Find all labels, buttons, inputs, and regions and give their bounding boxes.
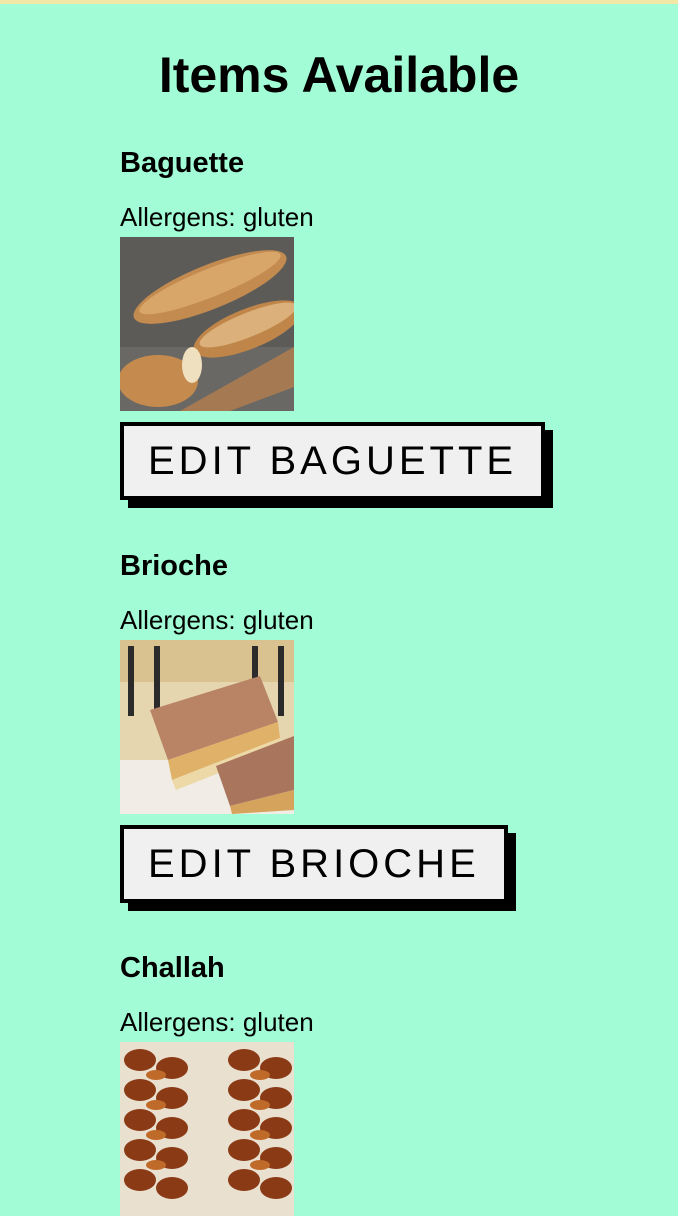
- item-name: Brioche: [120, 550, 228, 582]
- baguette-photo: [120, 237, 294, 411]
- item-card-baguette: Baguette Allergens: gluten EDIT BAGUETTE: [120, 145, 640, 500]
- item-image-baguette: [120, 237, 294, 411]
- item-card-brioche: Brioche Allergens: gluten EDIT BRIOCHE: [120, 548, 640, 903]
- item-allergens: Allergens: gluten: [120, 202, 314, 232]
- challah-photo: [120, 1042, 294, 1216]
- item-image-brioche: [120, 640, 294, 814]
- item-allergens: Allergens: gluten: [120, 605, 314, 635]
- item-card-challah: Challah Allergens: gluten: [120, 950, 640, 1216]
- edit-brioche-button[interactable]: EDIT BRIOCHE: [120, 825, 508, 903]
- caramel-shortbread-photo: [120, 640, 294, 814]
- page-title: Items Available: [158, 47, 520, 103]
- item-image-challah: [120, 1042, 294, 1216]
- item-allergens: Allergens: gluten: [120, 1007, 314, 1037]
- top-accent-strip: [0, 0, 678, 4]
- item-name: Baguette: [120, 147, 245, 179]
- item-name: Challah: [120, 952, 225, 984]
- edit-baguette-button[interactable]: EDIT BAGUETTE: [120, 422, 546, 500]
